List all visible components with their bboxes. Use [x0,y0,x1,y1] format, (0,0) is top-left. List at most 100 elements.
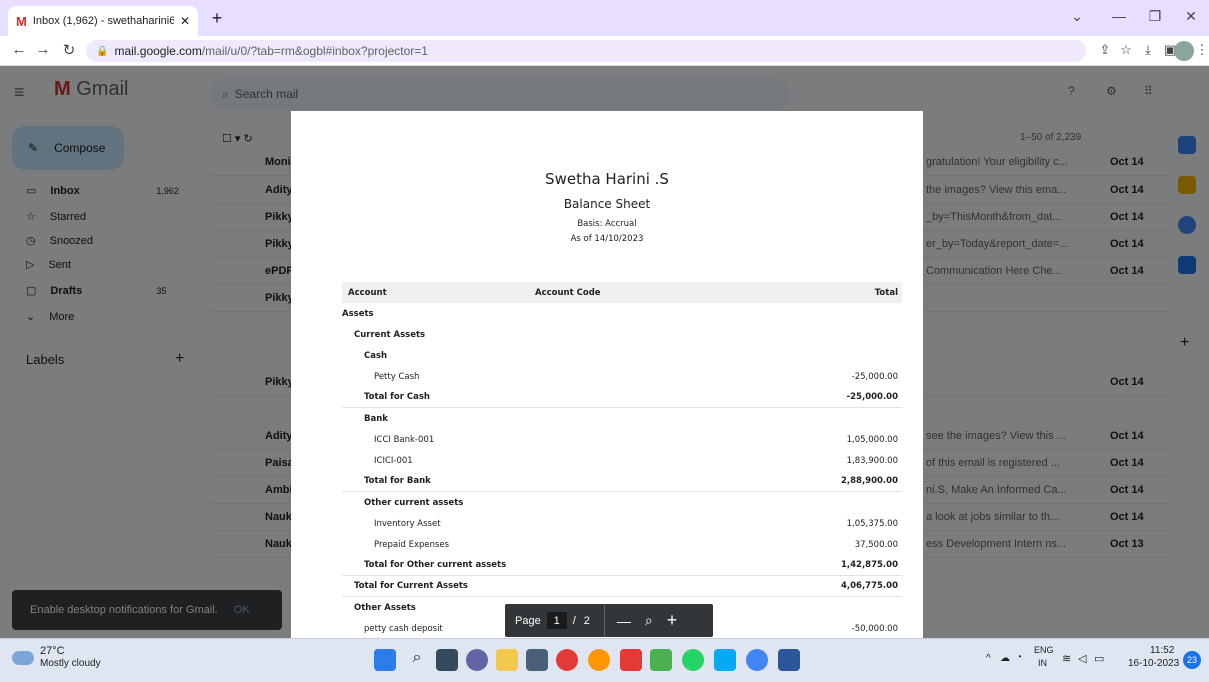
row-amount: 1,42,875.00 [840,560,898,570]
volume-icon[interactable]: ◁ [1078,652,1086,665]
tray-chevron-icon[interactable]: ^ [986,653,991,664]
youtube-icon[interactable] [620,649,642,671]
restore-button[interactable]: ❐ [1142,8,1168,28]
url-host: mail.google.com [114,44,202,58]
file-explorer-icon[interactable] [496,649,518,671]
report-row: Prepaid Expenses 37,500.00 [342,534,902,555]
report-row: Petty Cash -25,000.00 [342,366,902,387]
report-row: Total for Bank 2,88,900.00 [342,471,902,492]
notification-badge[interactable]: 23 [1183,651,1201,669]
row-amount: -25,000.00 [851,371,898,382]
row-label: Total for Other current assets [364,560,507,570]
zoom-in-button[interactable]: + [653,610,678,631]
row-label: Petty Cash [374,371,420,382]
new-tab-button[interactable]: + [206,8,228,30]
clock-time[interactable]: 11:52 [1150,645,1174,656]
lang-code[interactable]: ENG [1034,645,1054,655]
row-amount: -25,000.00 [846,392,898,402]
report-row: Total for Cash -25,000.00 [342,387,902,408]
weather-icon[interactable] [12,651,34,665]
start-icon[interactable] [374,649,396,671]
row-label: Total for Current Assets [354,581,468,591]
tab-title: Inbox (1,962) - swethaharini60  [32,15,174,27]
row-amount: 2,88,900.00 [840,476,898,486]
network-icon[interactable]: ≋ [1062,652,1071,665]
forward-button[interactable]: → [32,41,54,61]
minimize-button[interactable]: — [1106,8,1132,28]
taskbar: 27°C Mostly cloudy ⌕ ^ ☁ ◔ ENG IN ≋ ◁ ▭ … [0,638,1209,682]
menu-kebab-icon[interactable]: ⋮ [1192,42,1209,60]
onedrive-icon[interactable]: ☁ [1000,653,1010,664]
whatsapp-icon[interactable] [682,649,704,671]
weather-desc[interactable]: Mostly cloudy [40,658,101,669]
row-label: Other Assets [354,602,416,613]
word-icon[interactable] [778,649,800,671]
report-title: Balance Sheet [563,197,651,211]
chrome-icon[interactable] [746,649,768,671]
total-pages: 2 [583,614,590,627]
tab-search-icon[interactable]: ⌄ [1064,8,1090,28]
page-label: Page [515,614,541,627]
wifi-tray-icon[interactable]: ◔ [1016,652,1022,663]
report-row: Total for Current Assets 4,06,775.00 [342,576,902,597]
row-amount: 4,06,775.00 [840,581,898,591]
clock-date[interactable]: 16-10-2023 [1128,658,1179,669]
row-label: Cash [364,350,388,361]
balance-sheet-table: Account Account Code Total Assets Current… [342,282,902,638]
download-icon[interactable]: ⤓ [1138,42,1158,60]
reload-button[interactable]: ↻ [58,41,80,61]
pdf-page-toolbar: Page / 2 — ⌕ + [505,604,713,637]
row-label: ICCI Bank-001 [374,434,435,445]
firefox-icon[interactable] [588,649,610,671]
row-label: Total for Bank [364,476,431,486]
row-label: Inventory Asset [374,518,441,529]
close-window-button[interactable]: ✕ [1178,8,1204,28]
report-row: Assets [342,303,902,324]
share-icon[interactable]: ⇪ [1095,42,1115,60]
weather-temp[interactable]: 27°C [40,645,65,657]
report-header: Swetha Harini .S Balance Sheet Basis: Ac… [291,169,923,244]
opera-icon[interactable] [556,649,578,671]
row-amount: 1,05,000.00 [846,434,898,445]
task-view-icon[interactable] [436,649,458,671]
zoom-icon[interactable]: ⌕ [631,612,653,629]
row-label: Other current assets [364,497,464,508]
row-label: Prepaid Expenses [374,539,450,550]
back-button[interactable]: ← [8,41,30,61]
row-amount: 37,500.00 [854,539,898,550]
browser-tab[interactable]: M Inbox (1,962) - swethaharini60  ✕ [8,6,198,36]
table-header: Account Account Code Total [342,282,902,303]
report-row: Other current assets [342,492,902,513]
row-label: ICICI-001 [374,455,413,466]
store-icon[interactable] [526,649,548,671]
chat-icon[interactable] [466,649,488,671]
row-amount: 1,83,900.00 [846,455,898,466]
row-label: Assets [342,308,374,319]
report-row: Inventory Asset 1,05,375.00 [342,513,902,534]
report-row: ICICI-001 1,83,900.00 [342,450,902,471]
row-label: Current Assets [354,329,426,340]
bookmark-star-icon[interactable]: ☆ [1116,42,1136,60]
report-basis: Basis: Accrual [577,219,637,229]
search-taskbar-icon[interactable]: ⌕ [406,649,428,671]
battery-icon[interactable]: ▭ [1094,652,1104,665]
report-row: Cash [342,345,902,366]
lang-region[interactable]: IN [1038,658,1047,668]
profile-avatar[interactable] [1174,41,1194,61]
excel-icon[interactable] [650,649,672,671]
close-tab-icon[interactable]: ✕ [180,14,190,28]
row-amount: -50,000.00 [851,623,898,634]
page-number-input[interactable] [546,612,567,629]
address-bar[interactable]: 🔒 mail.google.com/mail/u/0/?tab=rm&ogbl#… [86,40,1086,62]
row-label: Total for Cash [364,392,430,402]
report-row: Total for Other current assets 1,42,875.0… [342,555,902,576]
photos-icon[interactable] [714,649,736,671]
col-account-code: Account Code [535,287,601,298]
zoom-out-button[interactable]: — [605,613,631,629]
report-date: As of 14/10/2023 [570,234,644,244]
col-total: Total [874,287,898,298]
row-amount: 1,05,375.00 [846,518,898,529]
report-row: Current Assets [342,324,902,345]
url-path: /mail/u/0/?tab=rm&ogbl#inbox?projector=1 [201,44,428,58]
report-row: ICCI Bank-001 1,05,000.00 [342,429,902,450]
